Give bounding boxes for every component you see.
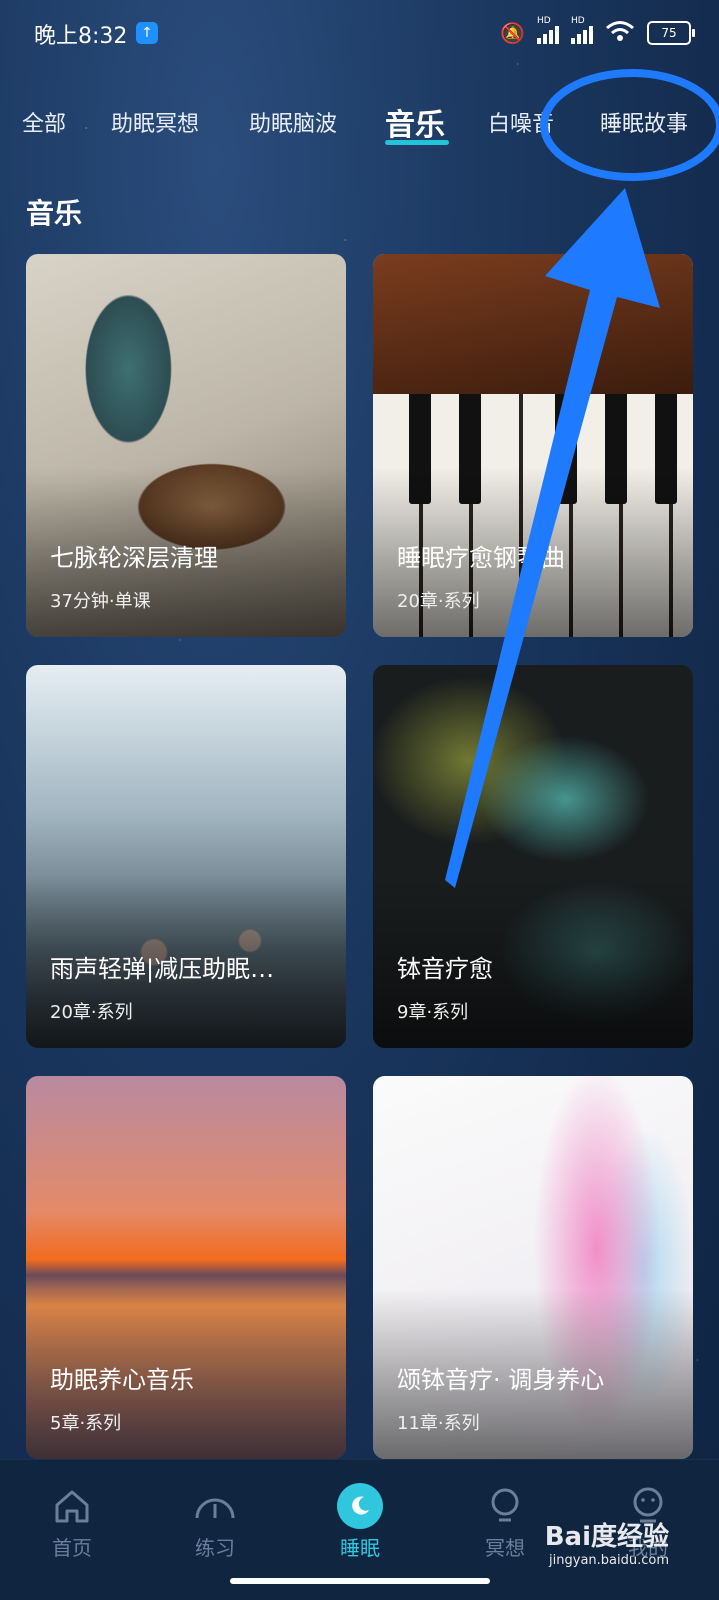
card-meta: 20章·系列 bbox=[397, 591, 480, 612]
card-meta: 20章·系列 bbox=[50, 1002, 133, 1023]
nav-sleep[interactable]: 睡眠 bbox=[310, 1480, 410, 1561]
status-time: 晚上8:32 bbox=[34, 24, 128, 49]
nav-label: 首页 bbox=[52, 1536, 92, 1560]
baidu-watermark: Bai度经验 jingyan.baidu.com bbox=[545, 1516, 669, 1568]
nav-label: 睡眠 bbox=[340, 1536, 380, 1560]
status-icons: 🔕 HD HD 75 bbox=[500, 16, 695, 46]
card-singing-bowl-therapy[interactable]: 颂钵音疗· 调身养心 11章·系列 bbox=[373, 1076, 693, 1459]
upload-icon: ↑ bbox=[136, 22, 158, 44]
nav-label: 冥想 bbox=[485, 1536, 525, 1560]
card-meta: 37分钟·单课 bbox=[50, 591, 151, 612]
card-meta: 11章·系列 bbox=[397, 1413, 480, 1434]
moon-icon bbox=[337, 1483, 383, 1529]
home-icon bbox=[22, 1480, 122, 1532]
battery-icon: 75 bbox=[647, 21, 695, 45]
nav-practice[interactable]: 练习 bbox=[165, 1480, 265, 1561]
watermark-url: jingyan.baidu.com bbox=[549, 1553, 669, 1568]
bulb-icon bbox=[455, 1480, 555, 1532]
mute-bell-icon: 🔕 bbox=[500, 21, 525, 45]
card-title: 睡眠疗愈钢琴曲 bbox=[397, 544, 565, 572]
card-bowl-healing[interactable]: 钵音疗愈 9章·系列 bbox=[373, 665, 693, 1048]
tab-sleep-stories[interactable]: 睡眠故事 bbox=[600, 106, 688, 138]
moon-icon-wrap bbox=[310, 1480, 410, 1532]
card-title: 雨声轻弹|减压助眠… bbox=[50, 955, 275, 983]
card-title: 颂钵音疗· 调身养心 bbox=[397, 1366, 605, 1394]
card-meta: 9章·系列 bbox=[397, 1002, 469, 1023]
card-sleep-piano[interactable]: 睡眠疗愈钢琴曲 20章·系列 bbox=[373, 254, 693, 637]
signal-icon-2: HD bbox=[571, 16, 593, 44]
tab-white-noise[interactable]: 白噪音 bbox=[488, 106, 554, 138]
card-meta: 5章·系列 bbox=[50, 1413, 122, 1434]
active-tab-indicator bbox=[385, 140, 449, 145]
card-title: 钵音疗愈 bbox=[397, 955, 493, 983]
card-title: 七脉轮深层清理 bbox=[50, 544, 218, 572]
wifi-icon bbox=[605, 20, 635, 46]
home-indicator[interactable] bbox=[230, 1578, 490, 1584]
card-heart-music[interactable]: 助眠养心音乐 5章·系列 bbox=[26, 1076, 346, 1459]
section-title: 音乐 bbox=[26, 197, 83, 230]
tab-sleep-meditation[interactable]: 助眠冥想 bbox=[111, 106, 199, 138]
card-title: 助眠养心音乐 bbox=[50, 1366, 194, 1394]
tab-music[interactable]: 音乐 bbox=[385, 100, 445, 144]
nav-home[interactable]: 首页 bbox=[22, 1480, 122, 1561]
nav-meditation[interactable]: 冥想 bbox=[455, 1480, 555, 1561]
tab-all[interactable]: 全部 bbox=[22, 106, 66, 138]
tab-sleep-brainwave[interactable]: 助眠脑波 bbox=[249, 106, 337, 138]
nav-label: 练习 bbox=[195, 1536, 235, 1560]
signal-icon: HD bbox=[537, 16, 559, 44]
card-chakra-cleansing[interactable]: 七脉轮深层清理 37分钟·单课 bbox=[26, 254, 346, 637]
status-bar: 晚上8:32 ↑ 🔕 HD HD 75 bbox=[0, 0, 719, 66]
category-tabs: 全部 助眠冥想 助眠脑波 音乐 白噪音 睡眠故事 bbox=[0, 96, 719, 156]
gauge-icon bbox=[165, 1480, 265, 1532]
card-rain-sounds[interactable]: 雨声轻弹|减压助眠… 20章·系列 bbox=[26, 665, 346, 1048]
watermark-brand: Bai度经验 bbox=[544, 1522, 669, 1552]
piano-lid-image bbox=[373, 254, 693, 394]
